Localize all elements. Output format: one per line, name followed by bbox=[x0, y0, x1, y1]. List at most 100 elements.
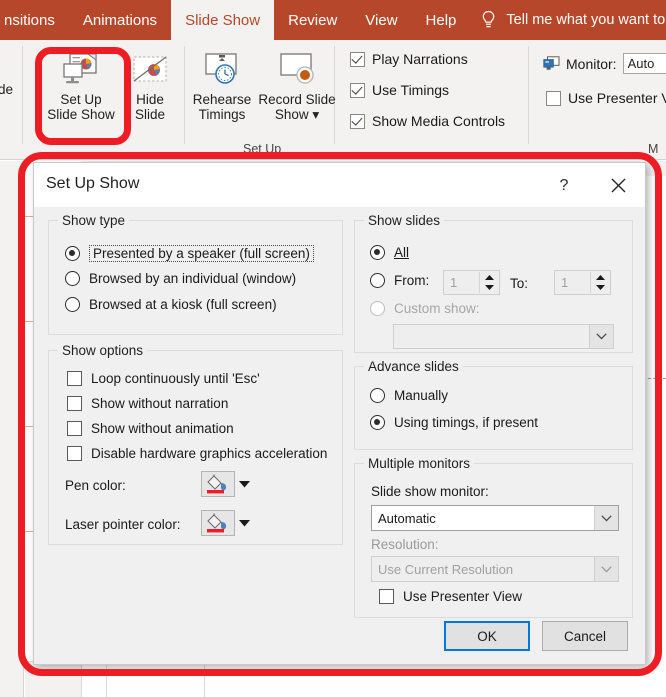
tell-me-search[interactable]: Tell me what you want to bbox=[470, 0, 665, 40]
set-up-slide-show-button[interactable]: Set Up Slide Show bbox=[42, 48, 120, 122]
show-type-legend: Show type bbox=[58, 213, 129, 228]
chevron-down-icon bbox=[596, 333, 607, 340]
set-up-show-dialog: Set Up Show ? Show type Presented by a s… bbox=[33, 162, 646, 665]
hide-slide-button[interactable]: Hide Slide bbox=[120, 48, 180, 122]
tab-transitions[interactable]: nsitions bbox=[0, 0, 69, 40]
checkbox-show-without-animation[interactable]: Show without animation bbox=[67, 421, 234, 436]
all-slides-radio-icon bbox=[370, 245, 385, 260]
ribbon-monitor-combo[interactable]: Auto bbox=[623, 53, 666, 74]
radio-custom-show[interactable]: Custom show: bbox=[370, 301, 480, 316]
browsed-by-individual-label: Browsed by an individual (window) bbox=[89, 271, 296, 286]
record-slide-show-button[interactable]: Record Slide Show ▾ bbox=[256, 48, 338, 122]
to-slides-label: To: bbox=[510, 276, 528, 291]
show-options-group: Show options Loop continuously until 'Es… bbox=[48, 350, 343, 545]
laser-pointer-color-button[interactable] bbox=[201, 510, 235, 536]
ribbon-checkbox-use-presenter-view[interactable]: Use Presenter V bbox=[546, 90, 666, 106]
radio-all-slides[interactable]: All bbox=[370, 245, 409, 260]
resolution-combo[interactable]: Use Current Resolution bbox=[371, 556, 619, 582]
tab-help[interactable]: Help bbox=[412, 0, 471, 40]
custom-show-combo[interactable] bbox=[393, 324, 614, 349]
slide-show-monitor-combo-arrow[interactable] bbox=[594, 506, 618, 530]
ribbon-checkbox-show-media-controls[interactable]: Show Media Controls bbox=[350, 113, 505, 129]
from-slide-spinner-down[interactable] bbox=[480, 283, 498, 294]
advance-manually-label: Manually bbox=[394, 388, 448, 403]
ribbon-monitor-label: Monitor: bbox=[566, 56, 617, 72]
cancel-button[interactable]: Cancel bbox=[542, 621, 628, 651]
monitor-icon bbox=[543, 56, 560, 71]
spinner-down-icon bbox=[596, 285, 605, 290]
ribbon-tab-bar: nsitions Animations Slide Show Review Vi… bbox=[0, 0, 666, 40]
chevron-down-icon bbox=[601, 515, 612, 522]
slide-panel-gutter bbox=[0, 161, 24, 697]
chevron-down-icon bbox=[239, 481, 250, 488]
tell-me-label: Tell me what you want to bbox=[506, 12, 665, 28]
help-button[interactable]: ? bbox=[551, 173, 577, 199]
disable-hardware-acceleration-checkbox-icon bbox=[67, 446, 82, 461]
checkbox-loop-continuously[interactable]: Loop continuously until 'Esc' bbox=[67, 371, 260, 386]
advance-using-timings-label: Using timings, if present bbox=[394, 415, 538, 430]
ribbon-monitor-value: Auto bbox=[628, 56, 655, 71]
multiple-monitors-legend: Multiple monitors bbox=[364, 456, 474, 471]
from-slide-spinner-up[interactable] bbox=[480, 272, 498, 283]
ribbon-use-presenter-view-label: Use Presenter V bbox=[568, 90, 666, 106]
all-slides-label: All bbox=[394, 245, 409, 260]
ribbon-partial-button-label: lide bbox=[0, 82, 13, 97]
radio-advance-using-timings[interactable]: Using timings, if present bbox=[370, 415, 538, 430]
rehearse-timings-button[interactable]: Rehearse Timings bbox=[188, 48, 256, 122]
tab-slide-show[interactable]: Slide Show bbox=[171, 0, 274, 40]
advance-using-timings-radio-icon bbox=[370, 415, 385, 430]
radio-browsed-at-kiosk[interactable]: Browsed at a kiosk (full screen) bbox=[65, 297, 277, 312]
tab-review[interactable]: Review bbox=[274, 0, 351, 40]
tab-review-label: Review bbox=[288, 12, 337, 29]
use-presenter-view-checkbox-icon bbox=[379, 589, 394, 604]
to-slide-spinner-down[interactable] bbox=[591, 283, 609, 294]
pen-color-dropdown-arrow[interactable] bbox=[235, 471, 253, 497]
ok-button[interactable]: OK bbox=[444, 621, 530, 651]
radio-advance-manually[interactable]: Manually bbox=[370, 388, 448, 403]
ribbon-use-presenter-view-checkbox-icon bbox=[546, 91, 561, 106]
browsed-by-individual-radio-icon bbox=[65, 271, 80, 286]
slide-show-monitor-combo[interactable]: Automatic bbox=[371, 505, 619, 531]
close-button[interactable] bbox=[603, 171, 633, 199]
checkbox-show-without-narration[interactable]: Show without narration bbox=[67, 396, 228, 411]
use-presenter-view-label: Use Presenter View bbox=[403, 589, 522, 604]
checkbox-use-presenter-view[interactable]: Use Presenter View bbox=[379, 589, 522, 604]
pen-color-button[interactable] bbox=[201, 471, 235, 497]
pen-color-bucket-icon bbox=[205, 474, 231, 494]
from-slides-label: From: bbox=[394, 273, 429, 288]
spinner-down-icon bbox=[485, 285, 494, 290]
from-slide-number-input[interactable]: 1 bbox=[443, 270, 500, 295]
tab-view-label: View bbox=[365, 12, 397, 29]
show-without-narration-label: Show without narration bbox=[91, 396, 228, 411]
resolution-value: Use Current Resolution bbox=[378, 562, 513, 577]
to-slide-number-input[interactable]: 1 bbox=[554, 270, 611, 295]
powerpoint-window: nsitions Animations Slide Show Review Vi… bbox=[0, 0, 666, 697]
show-media-controls-checkbox-icon bbox=[350, 114, 365, 129]
laser-pointer-color-dropdown-arrow[interactable] bbox=[235, 510, 253, 536]
cancel-button-label: Cancel bbox=[564, 629, 606, 644]
set-up-slide-show-icon bbox=[60, 48, 102, 92]
show-without-animation-checkbox-icon bbox=[67, 421, 82, 436]
from-slide-spinner[interactable] bbox=[479, 272, 498, 293]
radio-browsed-by-individual[interactable]: Browsed by an individual (window) bbox=[65, 271, 296, 286]
radio-presented-by-speaker[interactable]: Presented by a speaker (full screen) bbox=[65, 245, 314, 262]
monitors-group-label: M bbox=[648, 142, 658, 156]
ribbon-content: lide Set Up Slide Show bbox=[0, 40, 666, 160]
custom-show-combo-arrow[interactable] bbox=[589, 325, 613, 348]
show-without-animation-label: Show without animation bbox=[91, 421, 234, 436]
to-slide-spinner[interactable] bbox=[590, 272, 609, 293]
set-up-group-label: Set Up bbox=[243, 142, 281, 156]
chevron-down-icon bbox=[601, 566, 612, 573]
radio-from-slides[interactable]: From: bbox=[370, 273, 429, 288]
to-slide-spinner-up[interactable] bbox=[591, 272, 609, 283]
show-slides-group: Show slides All From: 1 bbox=[354, 220, 633, 353]
use-timings-checkbox-icon bbox=[350, 83, 365, 98]
tab-animations[interactable]: Animations bbox=[69, 0, 171, 40]
tab-view[interactable]: View bbox=[351, 0, 411, 40]
checkbox-disable-hardware-acceleration[interactable]: Disable hardware graphics acceleration bbox=[67, 446, 327, 461]
resolution-combo-arrow[interactable] bbox=[594, 557, 618, 581]
slide-sorter-strip bbox=[81, 661, 666, 697]
ribbon-checkbox-use-timings[interactable]: Use Timings bbox=[350, 82, 449, 98]
show-slides-legend: Show slides bbox=[364, 213, 444, 228]
ribbon-checkbox-play-narrations[interactable]: Play Narrations bbox=[350, 51, 468, 67]
